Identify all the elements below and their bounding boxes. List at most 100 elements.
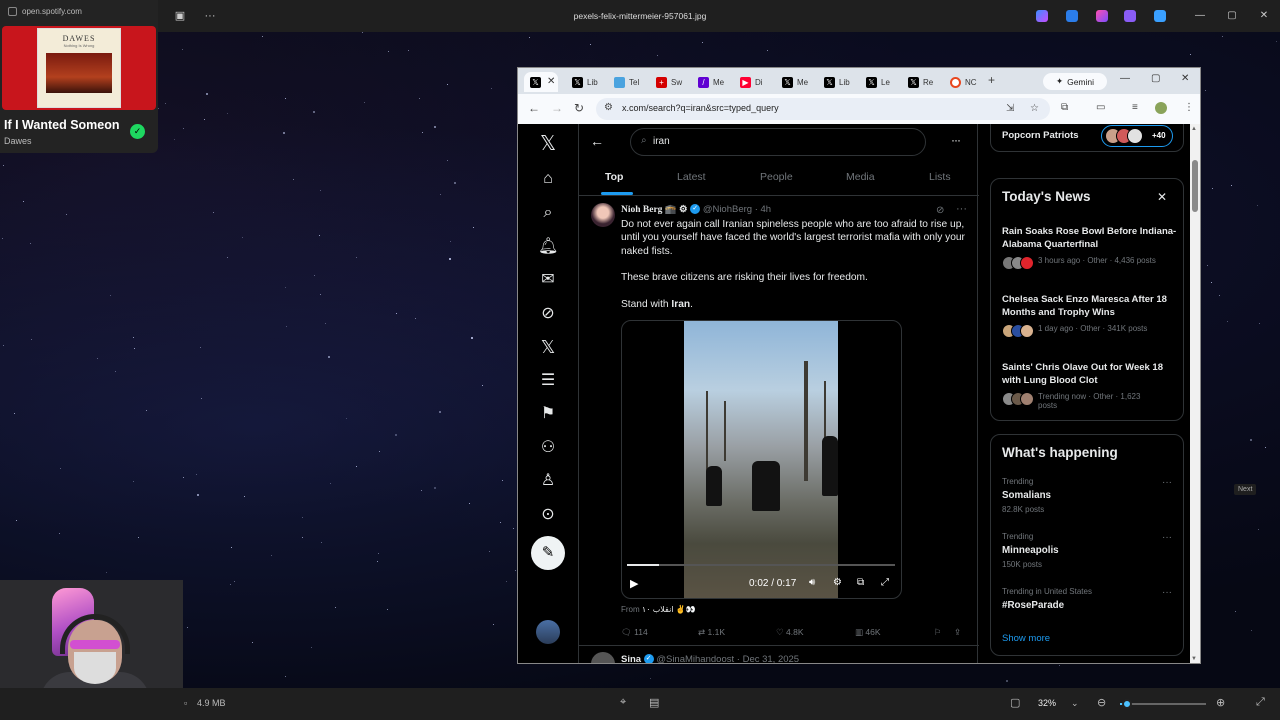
edit-icon[interactable] [1066, 10, 1078, 22]
minimize-icon[interactable]: — [1193, 9, 1207, 23]
sidepanel-icon[interactable]: ▭ [1096, 102, 1105, 113]
close-icon[interactable]: ✕ [1157, 190, 1167, 204]
author-name[interactable]: Sina [621, 654, 641, 663]
play-icon[interactable]: ▶ [630, 577, 638, 590]
user-avatar[interactable] [536, 620, 560, 644]
premium-icon[interactable]: 𝕏 [538, 337, 558, 357]
grok-icon[interactable]: ⊘ [538, 304, 558, 324]
profile-avatar[interactable] [1155, 102, 1167, 114]
close-icon[interactable]: ✕ [1257, 9, 1271, 23]
video-progress-bar[interactable] [627, 564, 895, 566]
spotify-miniplayer[interactable]: open.spotify.com DAWES Nothing Is Wrong … [0, 0, 158, 153]
tweet[interactable]: Sina ✓ @SinaMihandoost · Dec 31, 2025 [579, 645, 979, 663]
reply-button[interactable]: 🗨︎ 114 [621, 627, 648, 638]
author-handle[interactable]: @NiohBerg [703, 204, 752, 215]
tab-lib-1[interactable]: 𝕏 Lib [566, 72, 607, 92]
from-source[interactable]: انقلاب ۱۰ ✌️👀 [642, 605, 696, 614]
maximize-icon[interactable]: ▢ [1225, 9, 1239, 23]
fullscreen-icon[interactable]: ⤢ [881, 577, 889, 588]
notifications-icon[interactable]: 🔔︎ [538, 237, 558, 257]
scroll-up-icon[interactable]: ▲ [1191, 126, 1197, 132]
author-avatar[interactable] [591, 652, 615, 663]
tab-search-icon[interactable]: ≡ [1132, 102, 1138, 113]
tab-le[interactable]: 𝕏 Le [860, 72, 901, 92]
tab-sw[interactable]: + Sw [650, 72, 691, 92]
more-icon[interactable]: ⊙ [538, 505, 558, 525]
bookmarks-icon[interactable]: ⚑ [538, 404, 558, 424]
extensions-icon[interactable]: ⧉ [1061, 102, 1068, 113]
zoom-slider[interactable] [1120, 699, 1206, 709]
slideshow-icon[interactable]: ▣ [172, 8, 188, 24]
home-icon[interactable]: ⌂ [538, 169, 558, 189]
communities-icon[interactable]: ⚇ [538, 438, 558, 458]
tab-people[interactable]: People [760, 171, 793, 183]
paint-icon[interactable] [1096, 10, 1108, 22]
zoom-slider-thumb[interactable] [1121, 699, 1132, 709]
repost-button[interactable]: ⇄ 1.1K [698, 627, 725, 638]
author-name[interactable]: Nioh Berg 🕋 ⚙ [621, 205, 688, 215]
like-button[interactable]: ♡ 4.8K [776, 627, 804, 638]
news-item[interactable]: Rain Soaks Rose Bowl Before Indiana-Alab… [1002, 225, 1178, 270]
back-icon[interactable]: ← [528, 101, 540, 115]
more-icon[interactable]: ··· [202, 8, 218, 24]
minimize-icon[interactable]: — [1120, 73, 1130, 84]
author-avatar[interactable] [591, 203, 615, 227]
fit-icon[interactable]: ▢ [1010, 696, 1020, 709]
grok-icon[interactable]: ⊘ [936, 205, 944, 216]
tweet-more-icon[interactable]: ··· [956, 203, 967, 215]
hashtag-term[interactable]: Iran [671, 299, 690, 310]
community-members[interactable]: +40 [1101, 125, 1173, 147]
gemini-button[interactable]: ✦ Gemini [1043, 73, 1107, 90]
new-tab-icon[interactable]: + [988, 73, 995, 87]
community-card[interactable]: Popcorn Patriots +40 [990, 124, 1184, 152]
maximize-icon[interactable]: ▢ [1151, 73, 1160, 84]
scroll-down-icon[interactable]: ▼ [1191, 656, 1197, 662]
text-scan-icon[interactable]: ▤ [649, 696, 659, 709]
more-options-icon[interactable]: ··· [951, 133, 961, 147]
tab-re[interactable]: 𝕏 Re [902, 72, 943, 92]
compose-post-button[interactable]: ✎ [531, 536, 565, 570]
zoom-in-icon[interactable]: ⊕ [1216, 696, 1225, 709]
zoom-out-icon[interactable]: ⊖ [1097, 696, 1106, 709]
pip-icon[interactable]: ⧉ [857, 577, 864, 588]
next-hint[interactable]: Next [1234, 484, 1257, 495]
clipchamp-icon[interactable] [1124, 10, 1136, 22]
forward-icon[interactable]: → [551, 101, 563, 115]
liked-check-icon[interactable]: ✓ [130, 124, 145, 139]
tab-tel[interactable]: Tel [608, 72, 649, 92]
messages-icon[interactable]: ✉ [538, 270, 558, 290]
tab-lib-2[interactable]: 𝕏 Lib [818, 72, 859, 92]
trend-item[interactable]: Trending Minneapolis 150K posts ··· [1002, 532, 1178, 569]
trend-more-icon[interactable]: ··· [1162, 532, 1172, 543]
volume-icon[interactable]: 🔊︎ [809, 577, 815, 588]
trend-item[interactable]: Trending Somalians 82.8K posts ··· [1002, 477, 1178, 514]
tab-x-active[interactable]: 𝕏 ✕ [524, 72, 558, 92]
news-item[interactable]: Chelsea Sack Enzo Maresca After 18 Month… [1002, 293, 1178, 338]
trend-item[interactable]: Trending in United States #RoseParade ··… [1002, 587, 1178, 611]
tab-me-1[interactable]: / Me [692, 72, 733, 92]
visual-search-icon[interactable]: ⌖ [620, 696, 626, 709]
profile-icon[interactable]: ♙ [538, 471, 558, 491]
zoom-percent[interactable]: 32% [1038, 698, 1056, 708]
x-logo-icon[interactable]: 𝕏 [538, 134, 558, 154]
tab-lists[interactable]: Lists [929, 171, 951, 183]
scroll-thumb[interactable] [1192, 160, 1198, 212]
address-bar[interactable]: ⚙ x.com/search?q=iran&src=typed_query ⇲ … [596, 98, 1050, 120]
settings-icon[interactable]: ⚙ [833, 577, 842, 588]
reload-icon[interactable]: ↻ [574, 101, 584, 115]
views-button[interactable]: ▥ 46K [855, 627, 881, 638]
fullscreen-icon[interactable]: ⤢ [1256, 696, 1265, 709]
install-icon[interactable]: ⇲ [1006, 103, 1014, 114]
bookmark-icon[interactable]: ⚐ [934, 627, 942, 638]
cloud-icon[interactable] [1154, 10, 1166, 22]
copilot-icon[interactable] [1036, 10, 1048, 22]
share-icon[interactable]: ⇪ [954, 627, 961, 638]
tab-me-2[interactable]: 𝕏 Me [776, 72, 817, 92]
video-player[interactable]: ▶ 0:02 / 0:17 🔊︎ ⚙ ⧉ ⤢ [621, 320, 902, 599]
url-text[interactable]: x.com/search?q=iran&src=typed_query [622, 103, 779, 113]
community-name[interactable]: Popcorn Patriots [1002, 130, 1079, 141]
tab-di[interactable]: ▶ Di [734, 72, 775, 92]
tab-close-icon[interactable]: ✕ [547, 76, 555, 87]
tab-nc[interactable]: NC [944, 72, 985, 92]
tweet-time[interactable]: Dec 31, 2025 [743, 654, 800, 663]
